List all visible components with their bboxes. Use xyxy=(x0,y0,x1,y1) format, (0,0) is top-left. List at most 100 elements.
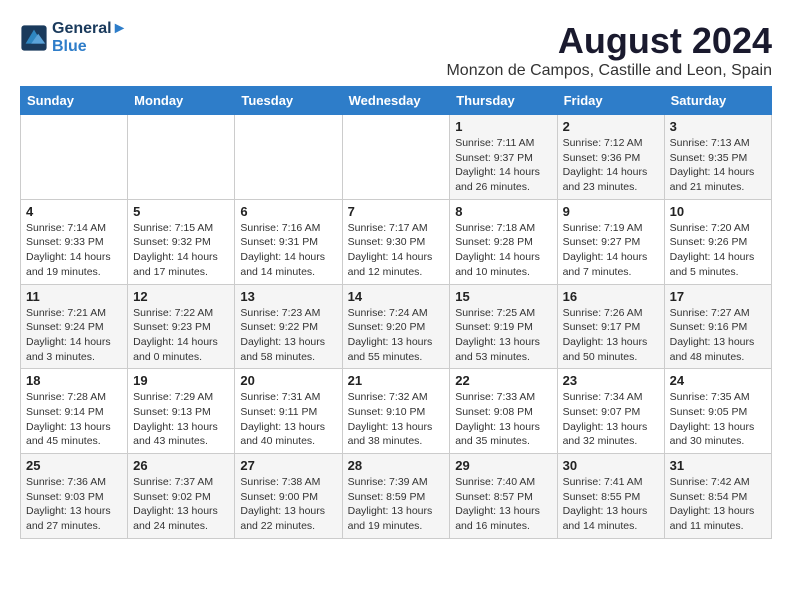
table-row: 7Sunrise: 7:17 AM Sunset: 9:30 PM Daylig… xyxy=(342,199,450,284)
table-row xyxy=(235,115,342,200)
day-number: 9 xyxy=(563,204,659,219)
table-row: 29 Sunrise: 7:40 AM Sunset: 8:57 PM Dayli… xyxy=(450,454,557,539)
day-info: Sunrise: 7:17 AM Sunset: 9:30 PM Dayligh… xyxy=(348,221,445,280)
day-info: Sunrise: 7:18 AM Sunset: 9:28 PM Dayligh… xyxy=(455,221,551,280)
day-number: 24 xyxy=(670,373,766,388)
day-info: Sunrise: 7:31 AM Sunset: 9:11 PM Dayligh… xyxy=(240,390,336,449)
day-info: Sunrise: 7:34 AM Sunset: 9:07 PM Dayligh… xyxy=(563,390,659,449)
table-row: 26 Sunrise: 7:37 AM Sunset: 9:02 PM Dayli… xyxy=(128,454,235,539)
day-number: 30 xyxy=(563,458,659,473)
day-info: Sunrise: 7:38 AM Sunset: 9:00 PM Dayligh… xyxy=(240,475,336,534)
day-info: Sunrise: 7:26 AM Sunset: 9:17 PM Dayligh… xyxy=(563,306,659,365)
day-number: 2 xyxy=(563,119,659,134)
table-row: 12 Sunrise: 7:22 AM Sunset: 9:23 PM Dayli… xyxy=(128,284,235,369)
table-row xyxy=(128,115,235,200)
calendar-week-row: 4 Sunrise: 7:14 AM Sunset: 9:33 PM Daylig… xyxy=(21,199,772,284)
page-title: August 2024 xyxy=(446,20,772,62)
day-info: Sunrise: 7:21 AM Sunset: 9:24 PM Dayligh… xyxy=(26,306,122,365)
day-number: 5 xyxy=(133,204,229,219)
day-number: 19 xyxy=(133,373,229,388)
day-number: 28 xyxy=(348,458,445,473)
table-row xyxy=(21,115,128,200)
day-info: Sunrise: 7:41 AM Sunset: 8:55 PM Dayligh… xyxy=(563,475,659,534)
table-row: 31 Sunrise: 7:42 AM Sunset: 8:54 PM Dayli… xyxy=(664,454,771,539)
day-number: 15 xyxy=(455,289,551,304)
day-info: Sunrise: 7:19 AM Sunset: 9:27 PM Dayligh… xyxy=(563,221,659,280)
day-info: Sunrise: 7:16 AM Sunset: 9:31 PM Dayligh… xyxy=(240,221,336,280)
table-row: 11 Sunrise: 7:21 AM Sunset: 9:24 PM Dayli… xyxy=(21,284,128,369)
day-number: 25 xyxy=(26,458,122,473)
table-row: 9 Sunrise: 7:19 AM Sunset: 9:27 PM Daylig… xyxy=(557,199,664,284)
table-row: 25 Sunrise: 7:36 AM Sunset: 9:03 PM Dayli… xyxy=(21,454,128,539)
table-row: 4 Sunrise: 7:14 AM Sunset: 9:33 PM Daylig… xyxy=(21,199,128,284)
day-info: Sunrise: 7:32 AM Sunset: 9:10 PM Dayligh… xyxy=(348,390,445,449)
day-info: Sunrise: 7:28 AM Sunset: 9:14 PM Dayligh… xyxy=(26,390,122,449)
day-info: Sunrise: 7:25 AM Sunset: 9:19 PM Dayligh… xyxy=(455,306,551,365)
day-number: 3 xyxy=(670,119,766,134)
table-row: 6 Sunrise: 7:16 AM Sunset: 9:31 PM Daylig… xyxy=(235,199,342,284)
table-row: 2Sunrise: 7:12 AM Sunset: 9:36 PM Daylig… xyxy=(557,115,664,200)
table-row: 5 Sunrise: 7:15 AM Sunset: 9:32 PM Daylig… xyxy=(128,199,235,284)
day-number: 23 xyxy=(563,373,659,388)
day-info: Sunrise: 7:37 AM Sunset: 9:02 PM Dayligh… xyxy=(133,475,229,534)
table-row xyxy=(342,115,450,200)
day-info: Sunrise: 7:24 AM Sunset: 9:20 PM Dayligh… xyxy=(348,306,445,365)
day-number: 6 xyxy=(240,204,336,219)
day-info: Sunrise: 7:23 AM Sunset: 9:22 PM Dayligh… xyxy=(240,306,336,365)
day-number: 4 xyxy=(26,204,122,219)
table-row: 14Sunrise: 7:24 AM Sunset: 9:20 PM Dayli… xyxy=(342,284,450,369)
table-row: 23 Sunrise: 7:34 AM Sunset: 9:07 PM Dayli… xyxy=(557,369,664,454)
calendar-table: Sunday Monday Tuesday Wednesday Thursday… xyxy=(20,86,772,539)
table-row: 30 Sunrise: 7:41 AM Sunset: 8:55 PM Dayli… xyxy=(557,454,664,539)
day-number: 10 xyxy=(670,204,766,219)
table-row: 19 Sunrise: 7:29 AM Sunset: 9:13 PM Dayli… xyxy=(128,369,235,454)
table-row: 1Sunrise: 7:11 AM Sunset: 9:37 PM Daylig… xyxy=(450,115,557,200)
calendar-week-row: 1Sunrise: 7:11 AM Sunset: 9:37 PM Daylig… xyxy=(21,115,772,200)
table-row: 3 Sunrise: 7:13 AM Sunset: 9:35 PM Daylig… xyxy=(664,115,771,200)
day-info: Sunrise: 7:15 AM Sunset: 9:32 PM Dayligh… xyxy=(133,221,229,280)
day-info: Sunrise: 7:22 AM Sunset: 9:23 PM Dayligh… xyxy=(133,306,229,365)
day-info: Sunrise: 7:13 AM Sunset: 9:35 PM Dayligh… xyxy=(670,136,766,195)
table-row: 16 Sunrise: 7:26 AM Sunset: 9:17 PM Dayli… xyxy=(557,284,664,369)
table-row: 21 Sunrise: 7:32 AM Sunset: 9:10 PM Dayli… xyxy=(342,369,450,454)
day-info: Sunrise: 7:27 AM Sunset: 9:16 PM Dayligh… xyxy=(670,306,766,365)
calendar-week-row: 18Sunrise: 7:28 AM Sunset: 9:14 PM Dayli… xyxy=(21,369,772,454)
day-info: Sunrise: 7:40 AM Sunset: 8:57 PM Dayligh… xyxy=(455,475,551,534)
calendar-week-row: 11 Sunrise: 7:21 AM Sunset: 9:24 PM Dayli… xyxy=(21,284,772,369)
logo-icon xyxy=(20,24,48,52)
day-number: 29 xyxy=(455,458,551,473)
day-number: 16 xyxy=(563,289,659,304)
title-area: August 2024 Monzon de Campos, Castille a… xyxy=(446,20,772,80)
table-row: 24 Sunrise: 7:35 AM Sunset: 9:05 PM Dayli… xyxy=(664,369,771,454)
page-subtitle: Monzon de Campos, Castille and Leon, Spa… xyxy=(446,62,772,80)
day-number: 20 xyxy=(240,373,336,388)
day-number: 17 xyxy=(670,289,766,304)
header-friday: Friday xyxy=(557,87,664,115)
header-tuesday: Tuesday xyxy=(235,87,342,115)
day-number: 27 xyxy=(240,458,336,473)
day-number: 12 xyxy=(133,289,229,304)
day-number: 26 xyxy=(133,458,229,473)
header-thursday: Thursday xyxy=(450,87,557,115)
day-info: Sunrise: 7:42 AM Sunset: 8:54 PM Dayligh… xyxy=(670,475,766,534)
table-row: 10 Sunrise: 7:20 AM Sunset: 9:26 PM Dayli… xyxy=(664,199,771,284)
day-number: 11 xyxy=(26,289,122,304)
table-row: 15 Sunrise: 7:25 AM Sunset: 9:19 PM Dayli… xyxy=(450,284,557,369)
logo-text: General► Blue xyxy=(52,20,127,56)
day-number: 21 xyxy=(348,373,445,388)
table-row: 8Sunrise: 7:18 AM Sunset: 9:28 PM Daylig… xyxy=(450,199,557,284)
header-monday: Monday xyxy=(128,87,235,115)
day-number: 1 xyxy=(455,119,551,134)
day-info: Sunrise: 7:20 AM Sunset: 9:26 PM Dayligh… xyxy=(670,221,766,280)
day-number: 31 xyxy=(670,458,766,473)
page-header: General► Blue August 2024 Monzon de Camp… xyxy=(20,20,772,80)
day-info: Sunrise: 7:29 AM Sunset: 9:13 PM Dayligh… xyxy=(133,390,229,449)
table-row: 18Sunrise: 7:28 AM Sunset: 9:14 PM Dayli… xyxy=(21,369,128,454)
calendar-header-row: Sunday Monday Tuesday Wednesday Thursday… xyxy=(21,87,772,115)
logo: General► Blue xyxy=(20,20,127,56)
table-row: 28Sunrise: 7:39 AM Sunset: 8:59 PM Dayli… xyxy=(342,454,450,539)
day-info: Sunrise: 7:14 AM Sunset: 9:33 PM Dayligh… xyxy=(26,221,122,280)
table-row: 22Sunrise: 7:33 AM Sunset: 9:08 PM Dayli… xyxy=(450,369,557,454)
day-info: Sunrise: 7:35 AM Sunset: 9:05 PM Dayligh… xyxy=(670,390,766,449)
day-info: Sunrise: 7:36 AM Sunset: 9:03 PM Dayligh… xyxy=(26,475,122,534)
